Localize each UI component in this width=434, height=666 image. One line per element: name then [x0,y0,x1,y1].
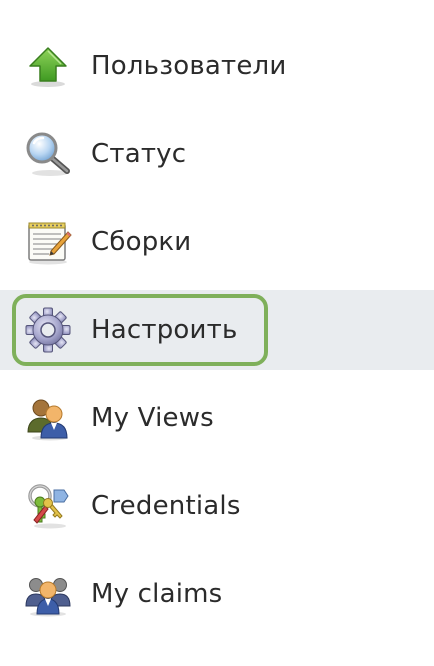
sidebar-item-credentials[interactable]: Credentials [0,466,434,546]
sidebar-item-label: Credentials [91,491,241,521]
sidebar-item-label: Пользователи [91,51,287,81]
people-icon [24,394,72,442]
sidebar-item-builds[interactable]: Сборки [0,202,434,282]
sidebar-item-my-views[interactable]: My Views [0,378,434,458]
arrow-up-icon [24,42,72,90]
sidebar-item-label: Статус [91,139,187,169]
sidebar-item-label: Настроить [91,315,238,345]
sidebar-item-label: My Views [91,403,214,433]
notepad-pencil-icon [24,218,72,266]
sidebar-item-label: Сборки [91,227,192,257]
gear-icon [24,306,72,354]
sidebar-item-users[interactable]: Пользователи [0,26,434,106]
people-group-icon [24,570,72,618]
sidebar-item-label: My claims [91,579,223,609]
sidebar-menu: Пользователи Статус Сборки Настроить My … [0,0,434,666]
sidebar-item-my-claims[interactable]: My claims [0,554,434,634]
sidebar-item-status[interactable]: Статус [0,114,434,194]
keys-icon [24,482,72,530]
sidebar-item-configure[interactable]: Настроить [0,290,434,370]
magnifier-icon [24,130,72,178]
